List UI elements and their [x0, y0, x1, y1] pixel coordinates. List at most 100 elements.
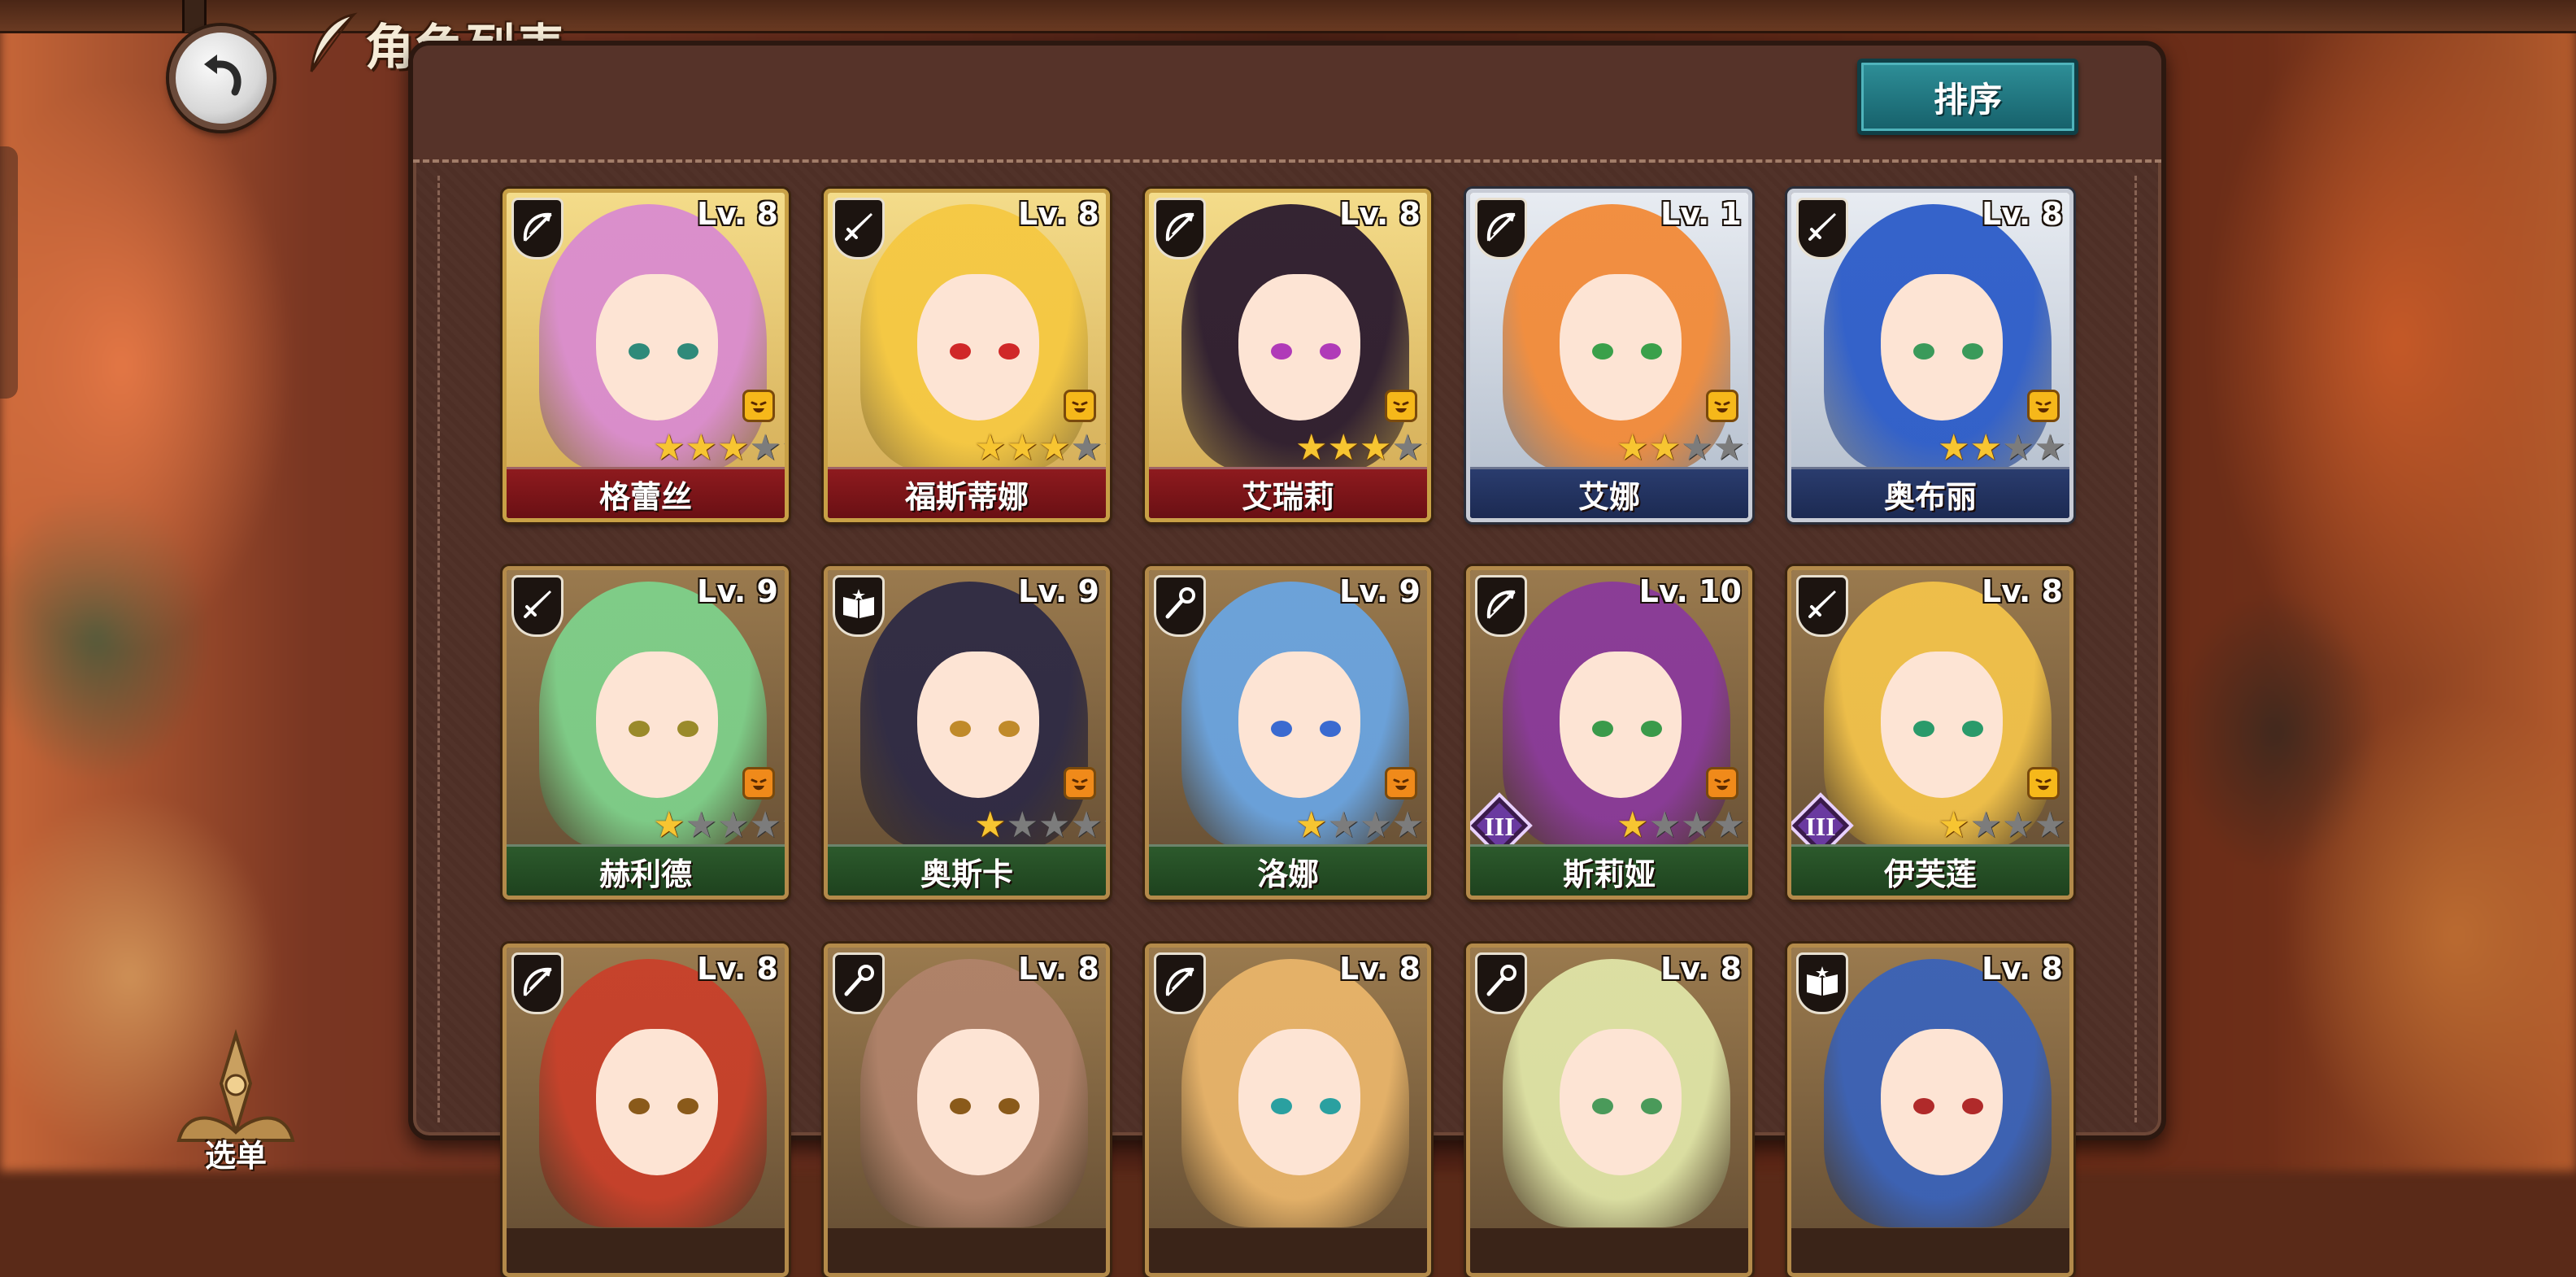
level-label: Lv. 9	[697, 573, 778, 609]
edge-handle[interactable]	[0, 146, 18, 399]
level-label: Lv. 8	[1339, 951, 1421, 987]
portrait-face	[596, 274, 718, 421]
mood-icon	[1706, 390, 1738, 422]
portrait-eye	[677, 721, 698, 737]
star-icon: ★	[2034, 427, 2066, 469]
bow-icon	[1482, 586, 1520, 626]
star-icon: ★	[1712, 427, 1745, 469]
level-label: Lv. 8	[1982, 951, 2063, 987]
star-icon: ★	[1103, 808, 1106, 843]
character-card[interactable]: Lv. 8 ★★★★★福斯蒂娜	[824, 189, 1110, 522]
portrait-eye	[950, 343, 971, 360]
sort-button[interactable]: 排序	[1857, 59, 2078, 135]
mood-icon	[1385, 767, 1417, 800]
star-icon: ★	[1327, 427, 1360, 469]
star-rating: ★★★★★	[653, 430, 785, 466]
star-icon: ★	[716, 804, 750, 846]
class-badge	[833, 198, 885, 259]
sword-icon	[1804, 208, 1841, 249]
character-card[interactable]: Lv. 9★★★★★赫利德	[503, 566, 789, 900]
star-icon: ★	[1391, 804, 1424, 846]
class-badge	[1475, 952, 1527, 1014]
star-icon: ★	[1617, 804, 1649, 846]
star-rating: ★★★★★	[974, 427, 1106, 469]
star-icon: ★	[685, 804, 717, 846]
bow-icon	[1482, 208, 1520, 249]
character-card[interactable]: Lv. 8★★★★★格蕾丝	[503, 189, 789, 522]
character-card[interactable]: Lv. 8 III ★★★★★伊芙莲	[1787, 566, 2073, 900]
bow-icon	[1161, 208, 1199, 249]
character-card[interactable]: Lv. 9 ★★★★★洛娜	[1145, 566, 1431, 900]
sword-icon	[1804, 586, 1841, 626]
star-icon: ★	[781, 430, 785, 466]
back-button[interactable]	[169, 26, 273, 130]
portrait-eye	[1320, 721, 1341, 737]
star-icon: ★	[1938, 804, 1970, 846]
class-badge	[1796, 575, 1848, 637]
menu-label[interactable]: 选单	[171, 1132, 301, 1174]
sword-icon	[519, 586, 556, 626]
star-icon: ★	[2001, 804, 2034, 846]
star-icon: ★	[2066, 430, 2069, 466]
character-card[interactable]: Lv. 8	[1145, 944, 1431, 1277]
staff-icon	[1161, 586, 1199, 626]
star-icon: ★	[2001, 427, 2034, 469]
character-card[interactable]: Lv. 10 III ★★★★★斯莉娅	[1466, 566, 1752, 900]
character-name: 洛娜	[1149, 844, 1427, 896]
portrait-face	[596, 652, 718, 798]
portrait-eye	[999, 721, 1020, 737]
level-label: Lv. 8	[1339, 196, 1421, 232]
quill-icon	[310, 12, 358, 72]
star-icon: ★	[1327, 804, 1360, 846]
sword-icon	[840, 208, 877, 249]
star-icon: ★	[1359, 427, 1392, 469]
star-icon: ★	[1359, 804, 1392, 846]
level-label: Lv. 8	[697, 196, 778, 232]
portrait-eye	[629, 343, 650, 360]
character-card[interactable]: Lv. 8 ★★★★★艾瑞莉	[1145, 189, 1431, 522]
portrait-eye	[950, 1098, 971, 1114]
portrait-eye	[1320, 1098, 1341, 1114]
mood-icon	[2027, 390, 2060, 422]
portrait-face	[917, 1029, 1039, 1175]
portrait-face	[1238, 1029, 1360, 1175]
character-name: 斯莉娅	[1470, 844, 1748, 896]
star-icon: ★	[1006, 427, 1038, 469]
staff-icon	[840, 963, 877, 1004]
character-card[interactable]: Lv. 8 ★★★★★奥布丽	[1787, 189, 2073, 522]
character-card[interactable]: Lv. 8	[503, 944, 789, 1277]
portrait-face	[1560, 274, 1682, 421]
portrait-eye	[1320, 343, 1341, 360]
mood-icon	[1064, 767, 1096, 800]
star-icon: ★	[1938, 427, 1970, 469]
mood-icon	[742, 767, 775, 800]
character-name: 艾瑞莉	[1149, 467, 1427, 518]
character-card[interactable]: Lv. 8	[1787, 944, 2073, 1277]
character-card[interactable]: Lv. 9 ★★★★★奥斯卡	[824, 566, 1110, 900]
portrait-face	[1881, 652, 2003, 798]
star-rating: ★★★★★	[653, 804, 785, 846]
portrait-eye	[1271, 721, 1292, 737]
character-name: 奥布丽	[1791, 467, 2069, 518]
character-name: 奥斯卡	[828, 844, 1106, 896]
portrait-face	[1881, 1029, 2003, 1175]
character-card[interactable]: Lv. 1 ★★★★★艾娜	[1466, 189, 1752, 522]
character-card[interactable]: Lv. 8	[824, 944, 1110, 1277]
star-icon: ★	[1295, 804, 1328, 846]
star-icon: ★	[653, 804, 685, 846]
level-label: Lv. 8	[697, 951, 778, 987]
star-icon: ★	[2034, 804, 2066, 846]
character-card[interactable]: Lv. 8	[1466, 944, 1752, 1277]
portrait-eye	[1913, 1098, 1934, 1114]
portrait-face	[596, 1029, 718, 1175]
star-icon: ★	[1617, 427, 1649, 469]
star-icon: ★	[974, 427, 1007, 469]
star-icon: ★	[1006, 804, 1038, 846]
portrait-eye	[1641, 343, 1662, 360]
star-icon: ★	[1424, 430, 1427, 466]
mood-icon	[742, 390, 775, 422]
star-rating: ★★★★★	[1617, 804, 1748, 846]
back-button-hanger	[182, 0, 207, 33]
portrait-face	[1238, 274, 1360, 421]
portrait-eye	[1913, 721, 1934, 737]
